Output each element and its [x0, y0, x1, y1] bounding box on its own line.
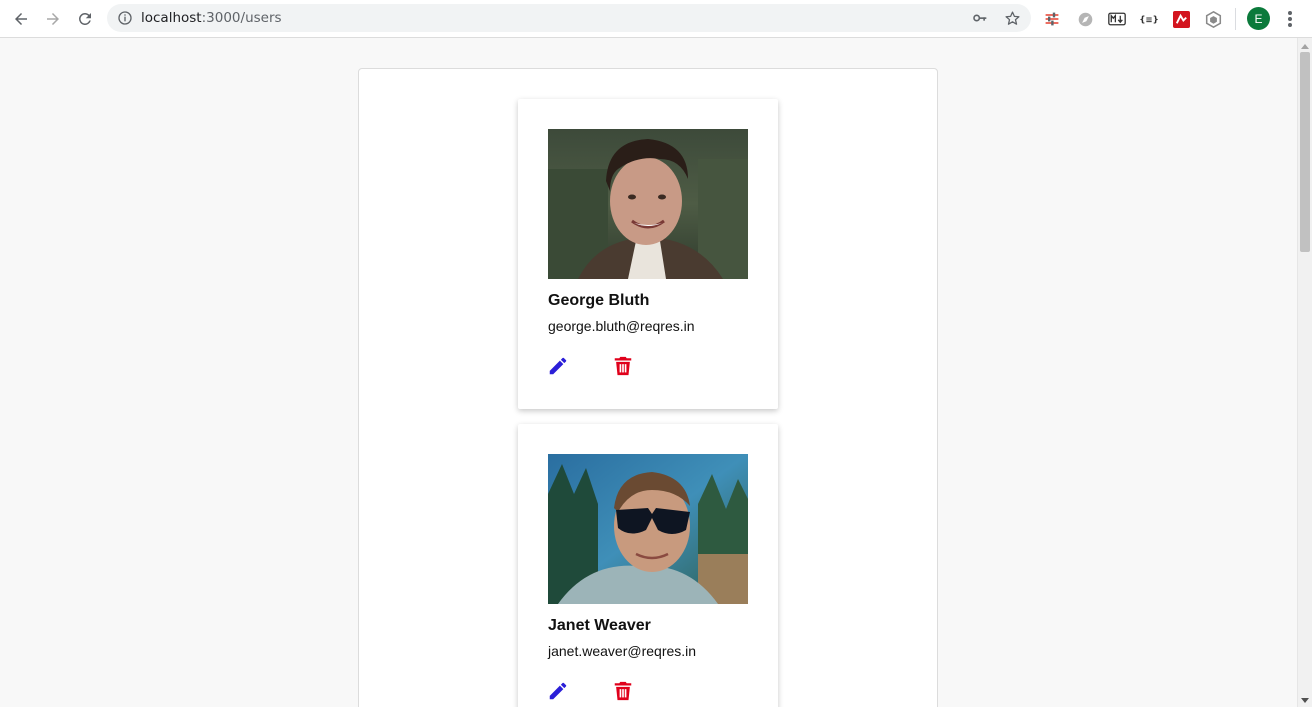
user-name: Janet Weaver — [548, 617, 651, 634]
extension-red-icon[interactable] — [1171, 9, 1191, 29]
extension-json-icon[interactable]: {≡} — [1139, 9, 1159, 29]
trash-icon — [614, 356, 632, 376]
users-list-container: George Bluth george.bluth@reqres.in Jane… — [358, 68, 938, 707]
reload-button[interactable] — [71, 5, 99, 33]
address-bar[interactable]: localhost:3000/users — [107, 4, 1031, 32]
edit-user-button[interactable] — [547, 680, 569, 702]
scroll-up-arrow-icon[interactable] — [1301, 44, 1309, 49]
arrow-right-icon — [47, 13, 59, 25]
star-icon[interactable] — [1003, 9, 1021, 27]
user-name: George Bluth — [548, 292, 650, 309]
delete-user-button[interactable] — [612, 680, 634, 702]
user-email: janet.weaver@reqres.in — [548, 643, 697, 659]
info-icon[interactable] — [117, 10, 133, 26]
user-card: Janet Weaver janet.weaver@reqres.in — [518, 424, 778, 707]
forward-button[interactable] — [39, 5, 67, 33]
pencil-icon — [549, 682, 567, 700]
edit-user-button[interactable] — [547, 355, 569, 377]
key-icon[interactable] — [971, 9, 989, 27]
extension-markdown-icon[interactable] — [1107, 9, 1127, 29]
extension-hexagon-icon[interactable] — [1203, 9, 1223, 29]
page-scrollbar[interactable] — [1297, 38, 1312, 707]
url-path: :3000/users — [201, 10, 282, 26]
toolbar-divider — [1235, 8, 1236, 30]
svg-text:{≡}: {≡} — [1140, 15, 1158, 25]
profile-avatar[interactable]: E — [1247, 7, 1270, 30]
pencil-icon — [549, 357, 567, 375]
delete-user-button[interactable] — [612, 355, 634, 377]
extension-sliders-icon[interactable] — [1042, 9, 1062, 29]
user-email: george.bluth@reqres.in — [548, 318, 695, 334]
user-photo — [548, 129, 748, 279]
arrow-left-icon — [15, 13, 27, 25]
user-photo — [548, 454, 748, 604]
browser-toolbar: localhost:3000/users {≡} E — [0, 0, 1312, 38]
scroll-thumb[interactable] — [1300, 52, 1310, 252]
trash-icon — [614, 681, 632, 701]
scroll-down-arrow-icon[interactable] — [1301, 698, 1309, 703]
url-host: localhost — [141, 10, 202, 26]
back-button[interactable] — [7, 5, 35, 33]
url-text: localhost:3000/users — [141, 10, 282, 26]
reload-icon — [79, 12, 91, 25]
user-card: George Bluth george.bluth@reqres.in — [518, 99, 778, 409]
browser-menu-icon[interactable] — [1282, 9, 1298, 29]
extension-compass-icon[interactable] — [1075, 9, 1095, 29]
